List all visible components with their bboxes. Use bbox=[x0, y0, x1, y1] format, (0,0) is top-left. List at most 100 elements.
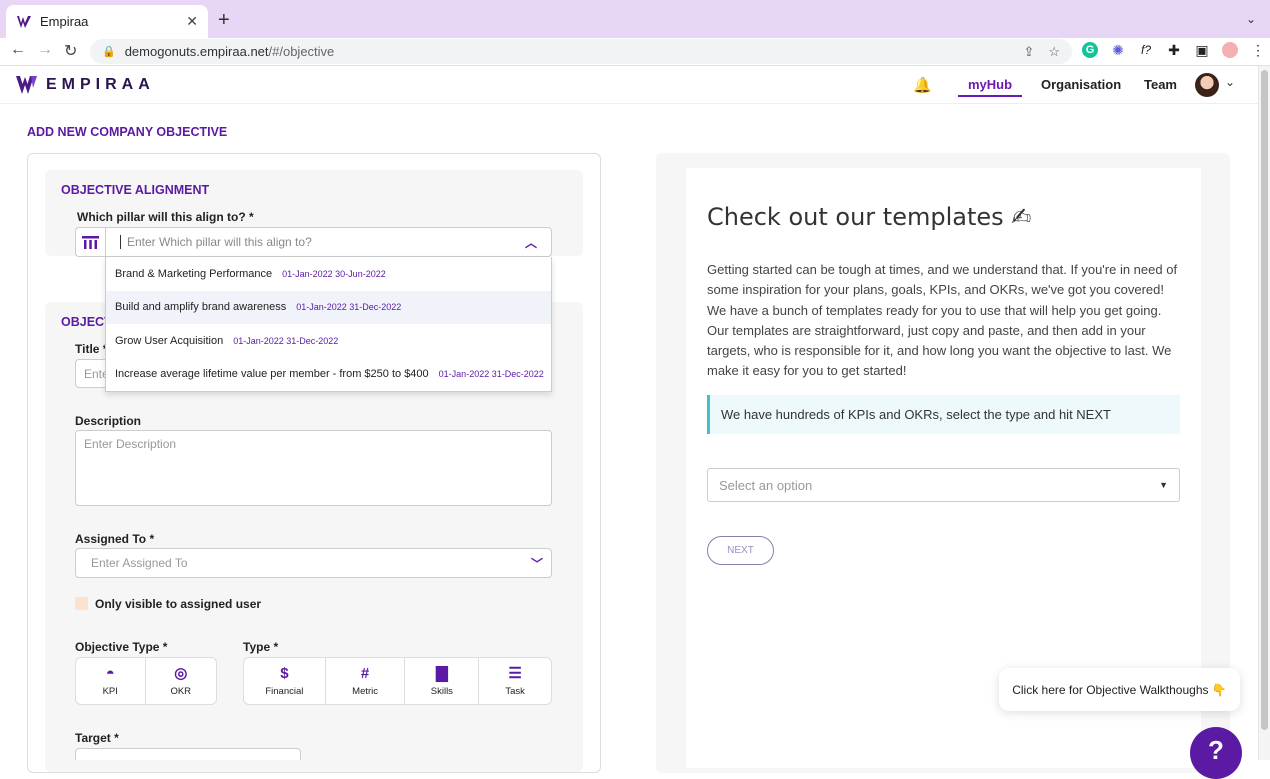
title-label: Title * bbox=[75, 342, 108, 356]
pillar-dropdown: Brand & Marketing Performance 01-Jan-2022… bbox=[105, 257, 552, 392]
new-tab-button[interactable]: + bbox=[218, 9, 230, 32]
extensions-puzzle-icon[interactable]: ✚ bbox=[1166, 42, 1182, 58]
target-icon: ◎ bbox=[174, 664, 188, 682]
pillar-option[interactable]: Increase average lifetime value per memb… bbox=[106, 358, 551, 392]
nav-team[interactable]: Team bbox=[1144, 77, 1177, 92]
hash-icon: # bbox=[360, 664, 370, 682]
type-metric[interactable]: # Metric bbox=[326, 658, 406, 704]
app-header: EMPIRAA 🔔 myHub Organisation Team ⌄ bbox=[0, 66, 1258, 104]
type-financial[interactable]: $ Financial bbox=[244, 658, 326, 704]
type-label: Type * bbox=[243, 640, 279, 654]
gauge-icon: ◓ bbox=[105, 664, 115, 682]
nav-organisation[interactable]: Organisation bbox=[1041, 77, 1121, 92]
objective-type-label-text: KPI bbox=[102, 685, 118, 697]
dollar-icon: $ bbox=[280, 664, 289, 682]
help-button[interactable]: ? bbox=[1190, 727, 1242, 779]
assigned-to-select[interactable]: Enter Assigned To ﹀ bbox=[75, 548, 552, 578]
reload-icon[interactable]: ↻ bbox=[64, 41, 77, 61]
pillar-option-name: Increase average lifetime value per memb… bbox=[115, 368, 429, 381]
browser-tabbar: Empiraa ✕ + ⌄ bbox=[0, 0, 1270, 38]
target-label: Target * bbox=[75, 731, 119, 745]
next-button[interactable]: NEXT bbox=[707, 536, 774, 565]
pillar-option[interactable]: Brand & Marketing Performance 01-Jan-2022… bbox=[106, 257, 551, 291]
objective-type-okr[interactable]: ◎ OKR bbox=[146, 658, 217, 704]
pillar-placeholder: Enter Which pillar will this align to? bbox=[127, 235, 312, 249]
description-textarea[interactable]: Enter Description bbox=[75, 430, 552, 506]
pillar-option[interactable]: Build and amplify brand awareness 01-Jan-… bbox=[106, 290, 551, 324]
pillar-icon bbox=[75, 227, 105, 257]
objective-type-label-text: OKR bbox=[170, 685, 192, 697]
profile-avatar-icon[interactable] bbox=[1222, 42, 1238, 58]
pillar-label: Which pillar will this align to? * bbox=[77, 210, 254, 224]
pillar-columns-icon bbox=[82, 235, 99, 249]
pillar-option[interactable]: Grow User Acquisition 01-Jan-2022 31-Dec-… bbox=[106, 324, 551, 358]
notification-bell-icon[interactable]: 🔔 bbox=[913, 76, 932, 94]
type-label-text: Metric bbox=[352, 685, 379, 697]
sparkle-extension-icon[interactable]: ✺ bbox=[1110, 42, 1126, 58]
scrollbar-thumb[interactable] bbox=[1261, 70, 1268, 730]
alignment-heading: OBJECTIVE ALIGNMENT bbox=[61, 183, 210, 197]
assigned-label: Assigned To * bbox=[75, 532, 155, 546]
tab-search-chevron-icon[interactable]: ⌄ bbox=[1246, 12, 1256, 26]
pillar-input[interactable]: Enter Which pillar will this align to? ︿ bbox=[105, 227, 552, 257]
side-panel-icon[interactable]: ▣ bbox=[1194, 42, 1210, 58]
type-label-text: Financial bbox=[265, 685, 304, 697]
share-icon[interactable]: ⇪ bbox=[1023, 44, 1034, 60]
description-placeholder: Enter Description bbox=[84, 437, 177, 451]
url-host: demogonuts.empiraa.net bbox=[124, 44, 269, 59]
description-label: Description bbox=[75, 414, 142, 428]
chevron-down-icon[interactable]: ﹀ bbox=[531, 555, 543, 572]
objective-type-kpi[interactable]: ◓ KPI bbox=[76, 658, 146, 704]
templates-title: Check out our templates ✍ bbox=[707, 203, 1032, 231]
tab-close-icon[interactable]: ✕ bbox=[186, 13, 198, 30]
box-icon: ▇ bbox=[436, 664, 448, 682]
type-task[interactable]: ☰ Task bbox=[479, 658, 551, 704]
objective-type-group: ◓ KPI ◎ OKR bbox=[75, 657, 217, 705]
browser-tab[interactable]: Empiraa ✕ bbox=[6, 5, 208, 38]
nav-myhub[interactable]: myHub bbox=[958, 77, 1023, 97]
forward-arrow-icon[interactable]: → bbox=[37, 41, 53, 59]
objective-type-label: Objective Type * bbox=[75, 640, 168, 654]
type-group: $ Financial # Metric ▇ Skills ☰ Task bbox=[243, 657, 552, 705]
only-visible-label: Only visible to assigned user bbox=[95, 597, 262, 611]
bookmark-star-icon[interactable]: ☆ bbox=[1048, 44, 1060, 60]
url-path: /#/objective bbox=[268, 44, 335, 59]
assigned-placeholder: Enter Assigned To bbox=[91, 556, 188, 570]
pillar-option-name: Brand & Marketing Performance bbox=[115, 267, 273, 280]
empiraa-logo-icon bbox=[16, 76, 37, 94]
pillar-option-dates: 01-Jan-2022 30-Jun-2022 bbox=[282, 268, 386, 279]
browser-toolbar: ← → ↻ 🔒 demogonuts.empiraa.net/#/objecti… bbox=[0, 38, 1270, 66]
empiraa-logo[interactable]: EMPIRAA bbox=[16, 74, 155, 96]
user-avatar[interactable] bbox=[1195, 73, 1219, 97]
type-label-text: Task bbox=[505, 685, 525, 697]
address-bar[interactable]: 🔒 demogonuts.empiraa.net/#/objective ⇪ ☆ bbox=[90, 39, 1072, 64]
type-skills[interactable]: ▇ Skills bbox=[405, 658, 480, 704]
template-type-select[interactable]: Select an option ▼ bbox=[707, 468, 1180, 502]
browser-menu-icon[interactable]: ⋮ bbox=[1250, 42, 1266, 58]
caret-down-icon: ▼ bbox=[1159, 480, 1168, 490]
chevron-up-icon[interactable]: ︿ bbox=[525, 234, 537, 251]
user-menu-chevron-icon[interactable]: ⌄ bbox=[1225, 75, 1235, 89]
pillar-option-dates: 01-Jan-2022 31-Dec-2022 bbox=[438, 369, 544, 380]
walkthrough-button[interactable]: Click here for Objective Walkthoughs 👇 bbox=[999, 668, 1240, 711]
grammarly-extension-icon[interactable]: G bbox=[1082, 42, 1098, 58]
page-scrollbar[interactable] bbox=[1258, 66, 1270, 760]
type-label-text: Skills bbox=[430, 685, 453, 697]
page-title: ADD NEW COMPANY OBJECTIVE bbox=[27, 125, 228, 139]
pillar-option-dates: 01-Jan-2022 31-Dec-2022 bbox=[296, 302, 402, 313]
logo-text: EMPIRAA bbox=[46, 76, 155, 93]
select-placeholder: Select an option bbox=[719, 477, 813, 493]
templates-body: Getting started can be tough at times, a… bbox=[707, 262, 1178, 379]
formula-extension-icon[interactable]: f? bbox=[1138, 42, 1154, 58]
only-visible-checkbox[interactable] bbox=[75, 597, 88, 610]
pillar-option-name: Grow User Acquisition bbox=[115, 334, 224, 347]
empiraa-favicon-icon bbox=[17, 15, 31, 28]
text-caret bbox=[120, 235, 121, 249]
templates-callout: We have hundreds of KPIs and OKRs, selec… bbox=[707, 395, 1180, 434]
target-input[interactable] bbox=[75, 748, 301, 760]
lock-icon: 🔒 bbox=[102, 46, 116, 58]
list-icon: ☰ bbox=[508, 664, 522, 682]
back-arrow-icon[interactable]: ← bbox=[10, 41, 26, 59]
tab-title: Empiraa bbox=[40, 14, 89, 29]
pillar-option-dates: 01-Jan-2022 31-Dec-2022 bbox=[233, 335, 339, 346]
